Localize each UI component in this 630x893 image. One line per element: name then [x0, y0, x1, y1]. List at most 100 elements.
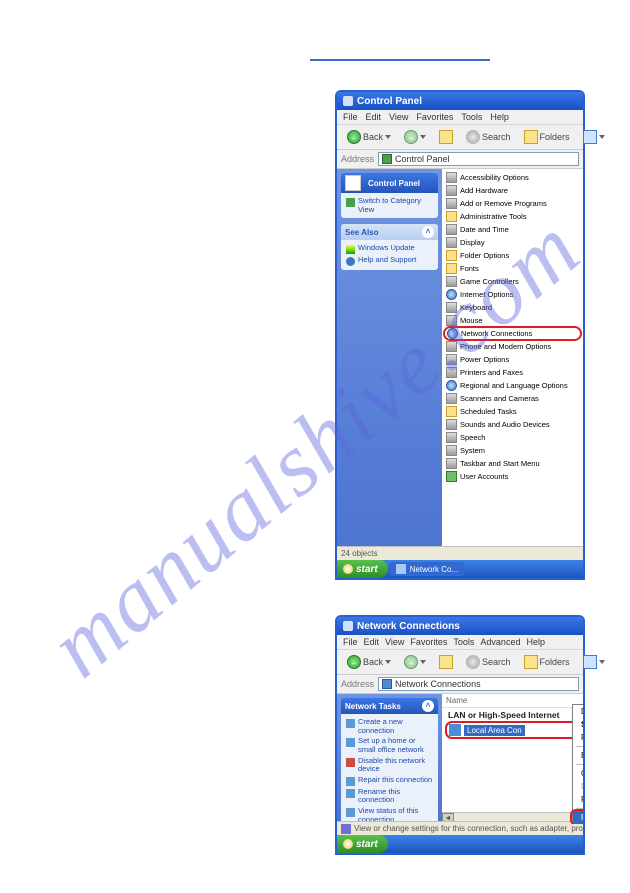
up-button[interactable] — [434, 128, 458, 146]
item-system[interactable]: System — [445, 444, 580, 457]
menu-view[interactable]: View — [389, 112, 408, 122]
item-speech[interactable]: Speech — [445, 431, 580, 444]
folder-options-icon — [446, 250, 457, 261]
collapse-icon[interactable]: ˄ — [422, 226, 434, 238]
up-button[interactable] — [434, 653, 458, 671]
item-scheduled-tasks[interactable]: Scheduled Tasks — [445, 405, 580, 418]
start-button[interactable]: start — [337, 835, 388, 853]
search-button[interactable]: Search — [461, 128, 516, 146]
link-switch-to-category-view[interactable]: Switch to Category View — [346, 196, 433, 215]
link-disable-device[interactable]: Disable this network device — [346, 756, 433, 775]
start-orb-icon — [343, 564, 353, 574]
menu-rename[interactable]: Rename — [573, 793, 583, 806]
toolbar: ← Back → Search Folders — [337, 650, 583, 675]
menu-tools[interactable]: Tools — [453, 637, 474, 647]
menu-view[interactable]: View — [385, 637, 404, 647]
item-sounds-and-audio[interactable]: Sounds and Audio Devices — [445, 418, 580, 431]
item-keyboard[interactable]: Keyboard — [445, 301, 580, 314]
back-button[interactable]: ← Back — [342, 653, 396, 671]
separator — [576, 746, 583, 747]
panel-control-panel: Control Panel Switch to Category View — [341, 173, 438, 218]
link-help-and-support[interactable]: Help and Support — [346, 255, 433, 267]
chevron-down-icon[interactable] — [385, 135, 391, 139]
item-add-hardware[interactable]: Add Hardware — [445, 184, 580, 197]
menu-repair[interactable]: Repair — [573, 731, 583, 744]
item-regional-options[interactable]: Regional and Language Options — [445, 379, 580, 392]
menu-status[interactable]: Status — [573, 718, 583, 731]
views-button[interactable] — [578, 653, 610, 671]
menu-file[interactable]: File — [343, 112, 358, 122]
menu-edit[interactable]: Edit — [364, 637, 380, 647]
search-icon — [466, 655, 480, 669]
taskbar-item-network-connections[interactable]: Network Co... — [390, 562, 464, 576]
item-user-accounts[interactable]: User Accounts — [445, 470, 580, 483]
item-administrative-tools[interactable]: Administrative Tools — [445, 210, 580, 223]
item-folder-options[interactable]: Folder Options — [445, 249, 580, 262]
chevron-down-icon[interactable] — [420, 135, 426, 139]
item-accessibility-options[interactable]: Accessibility Options — [445, 171, 580, 184]
item-game-controllers[interactable]: Game Controllers — [445, 275, 580, 288]
link-rename-connection[interactable]: Rename this connection — [346, 787, 433, 806]
start-label: start — [356, 839, 378, 850]
views-button[interactable] — [578, 128, 610, 146]
folders-button[interactable]: Folders — [519, 653, 575, 671]
views-icon — [583, 655, 597, 669]
lan-icon — [449, 724, 461, 736]
back-button[interactable]: ← Back — [342, 128, 396, 146]
menu-favorites[interactable]: Favorites — [410, 637, 447, 647]
panel-header[interactable]: See Also ˄ — [341, 224, 438, 240]
link-text: Switch to Category View — [358, 197, 433, 214]
link-create-connection[interactable]: Create a new connection — [346, 717, 433, 736]
chevron-down-icon[interactable] — [599, 660, 605, 664]
address-field[interactable]: Network Connections — [378, 677, 579, 691]
menu-file[interactable]: File — [343, 637, 358, 647]
collapse-icon[interactable]: ˄ — [422, 700, 434, 712]
taskbar-icon — [446, 458, 457, 469]
link-text: Help and Support — [358, 256, 416, 265]
start-button[interactable]: start — [337, 560, 388, 578]
menu-bar[interactable]: File Edit View Favorites Tools Help — [337, 110, 583, 125]
forward-button[interactable]: → — [399, 128, 431, 146]
chevron-down-icon[interactable] — [599, 135, 605, 139]
menu-help[interactable]: Help — [490, 112, 509, 122]
menu-help[interactable]: Help — [526, 637, 545, 647]
menu-shortcut[interactable]: Create Shortcut — [573, 767, 583, 780]
folders-button[interactable]: Folders — [519, 128, 575, 146]
item-printers-and-faxes[interactable]: Printers and Faxes — [445, 366, 580, 379]
menu-edit[interactable]: Edit — [366, 112, 382, 122]
item-scanners-and-cameras[interactable]: Scanners and Cameras — [445, 392, 580, 405]
item-add-remove-programs[interactable]: Add or Remove Programs — [445, 197, 580, 210]
address-field[interactable]: Control Panel — [378, 152, 579, 166]
address-label: Address — [341, 154, 374, 164]
item-display[interactable]: Display — [445, 236, 580, 249]
menu-favorites[interactable]: Favorites — [416, 112, 453, 122]
item-date-and-time[interactable]: Date and Time — [445, 223, 580, 236]
item-power-options[interactable]: Power Options — [445, 353, 580, 366]
link-setup-network[interactable]: Set up a home or small office network — [346, 736, 433, 755]
menu-properties[interactable]: Properties — [573, 811, 583, 824]
column-header-name[interactable]: Name — [442, 694, 583, 708]
item-internet-options[interactable]: Internet Options — [445, 288, 580, 301]
item-label: Local Area Con — [464, 725, 525, 736]
item-network-connections[interactable]: Network Connections — [443, 326, 582, 341]
menu-tools[interactable]: Tools — [461, 112, 482, 122]
menu-disable[interactable]: Disable — [573, 705, 583, 718]
link-repair-connection[interactable]: Repair this connection — [346, 775, 433, 787]
regional-options-icon — [446, 380, 457, 391]
folders-icon — [524, 655, 538, 669]
menu-advanced[interactable]: Advanced — [480, 637, 520, 647]
forward-button[interactable]: → — [399, 653, 431, 671]
link-windows-update[interactable]: Windows Update — [346, 243, 433, 255]
menu-bar[interactable]: File Edit View Favorites Tools Advanced … — [337, 635, 583, 650]
item-taskbar-start-menu[interactable]: Taskbar and Start Menu — [445, 457, 580, 470]
item-fonts[interactable]: Fonts — [445, 262, 580, 275]
panel-header[interactable]: Network Tasks ˄ — [341, 698, 438, 714]
item-local-area-connection[interactable]: Local Area Con — [448, 724, 577, 736]
search-button[interactable]: Search — [461, 653, 516, 671]
chevron-down-icon[interactable] — [385, 660, 391, 664]
menu-bridge[interactable]: Bridge Connections — [573, 749, 583, 762]
address-bar: Address Control Panel — [337, 150, 583, 169]
start-orb-icon — [343, 839, 353, 849]
item-phone-and-modem[interactable]: Phone and Modem Options — [445, 340, 580, 353]
chevron-down-icon[interactable] — [420, 660, 426, 664]
